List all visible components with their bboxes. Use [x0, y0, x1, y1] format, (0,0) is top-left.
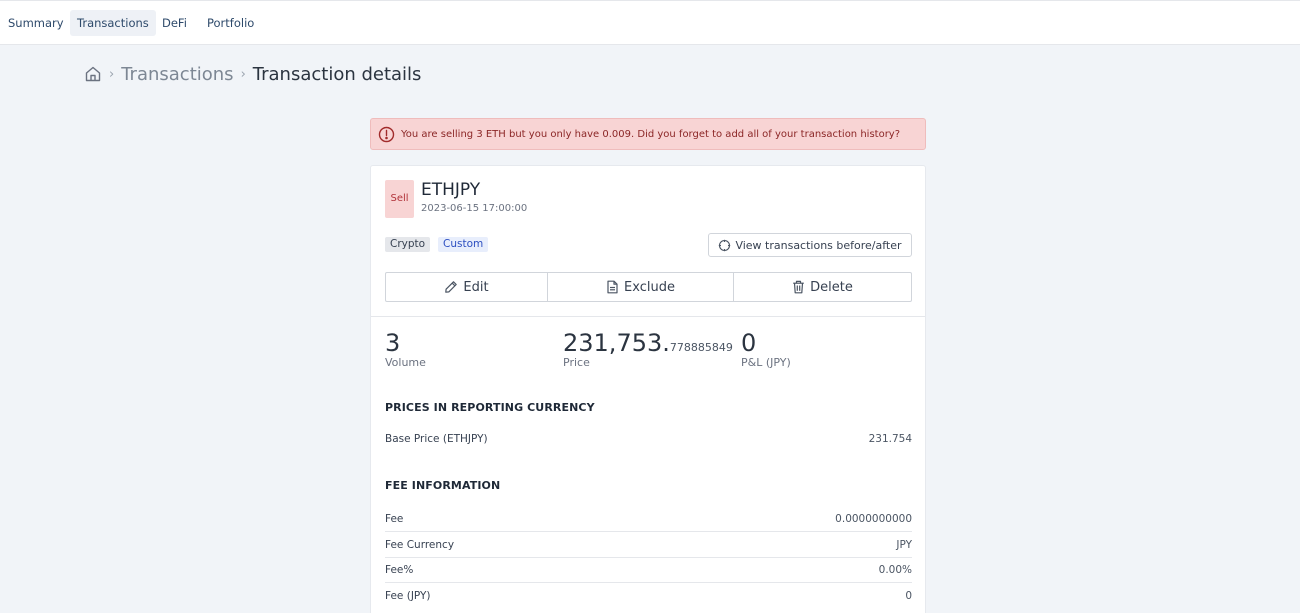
exclude-button[interactable]: Exclude: [547, 273, 733, 301]
view-transactions-button[interactable]: View transactions before/after: [708, 233, 912, 257]
alert-circle-icon: [378, 126, 395, 143]
tab-portfolio[interactable]: Portfolio: [200, 10, 261, 36]
row-label: Fee%: [385, 563, 414, 576]
tag-crypto: Crypto: [385, 237, 431, 252]
row-value: 0.00%: [878, 563, 912, 576]
trash-icon: [793, 280, 804, 294]
edit-label: Edit: [463, 279, 489, 295]
breadcrumb-separator: ›: [240, 66, 246, 82]
top-nav: Summary Transactions DeFi Portfolio: [0, 0, 1300, 45]
row-label: Fee Currency: [385, 538, 455, 551]
fee-section-title: FEE INFORMATION: [385, 479, 501, 492]
view-transactions-label: View transactions before/after: [735, 238, 902, 252]
action-bar: Edit Exclude Delete: [385, 272, 912, 302]
delete-label: Delete: [810, 279, 853, 295]
row-label: Base Price (ETHJPY): [385, 433, 488, 445]
pencil-icon: [445, 281, 458, 293]
volume-label: Volume: [385, 356, 426, 369]
row-value: 231.754: [868, 433, 912, 445]
pnl-label: P&L (JPY): [741, 356, 791, 369]
crosshair-icon: [719, 239, 731, 251]
tab-summary[interactable]: Summary: [1, 10, 71, 36]
fee-row: Fee 0.0000000000: [385, 506, 912, 532]
row-label: Fee: [385, 512, 404, 525]
row-value: 0: [905, 590, 912, 602]
fee-jpy-row: Fee (JPY) 0: [385, 583, 912, 609]
edit-button[interactable]: Edit: [386, 273, 547, 301]
tab-transactions[interactable]: Transactions: [70, 10, 156, 36]
tag-custom: Custom: [438, 237, 489, 252]
price-label: Price: [563, 356, 590, 369]
transaction-datetime: 2023-06-15 17:00:00: [421, 203, 528, 214]
exclude-label: Exclude: [624, 279, 675, 295]
alert-message: You are selling 3 ETH but you only have …: [401, 128, 901, 140]
base-price-row: Base Price (ETHJPY) 231.754: [385, 426, 912, 452]
row-value: JPY: [896, 538, 912, 551]
row-value: 0.0000000000: [835, 512, 912, 525]
volume-value: 3: [385, 329, 401, 357]
delete-button[interactable]: Delete: [733, 273, 911, 301]
card-divider: [371, 316, 925, 317]
price-integer: 231,753.: [563, 329, 670, 357]
balance-warning-alert: You are selling 3 ETH but you only have …: [370, 118, 926, 150]
tab-defi[interactable]: DeFi: [155, 10, 194, 36]
row-label: Fee (JPY): [385, 590, 431, 602]
reporting-section-title: PRICES IN REPORTING CURRENCY: [385, 401, 595, 414]
fee-currency-row: Fee Currency JPY: [385, 532, 912, 558]
side-badge: Sell: [385, 180, 414, 218]
transaction-pair: ETHJPY: [421, 180, 481, 200]
transaction-card: Sell ETHJPY 2023-06-15 17:00:00 Crypto C…: [370, 165, 926, 613]
fee-percent-row: Fee% 0.00%: [385, 557, 912, 583]
file-icon: [607, 280, 618, 294]
price-value: 231,753.778885849: [563, 329, 733, 357]
price-decimals: 778885849: [669, 341, 733, 354]
breadcrumb-separator: ›: [109, 66, 115, 82]
breadcrumb: › Transactions › Transaction details: [84, 60, 421, 88]
page-title: Transaction details: [252, 63, 422, 85]
pnl-value: 0: [741, 329, 757, 357]
home-icon[interactable]: [84, 65, 102, 83]
breadcrumb-transactions[interactable]: Transactions: [121, 64, 233, 85]
